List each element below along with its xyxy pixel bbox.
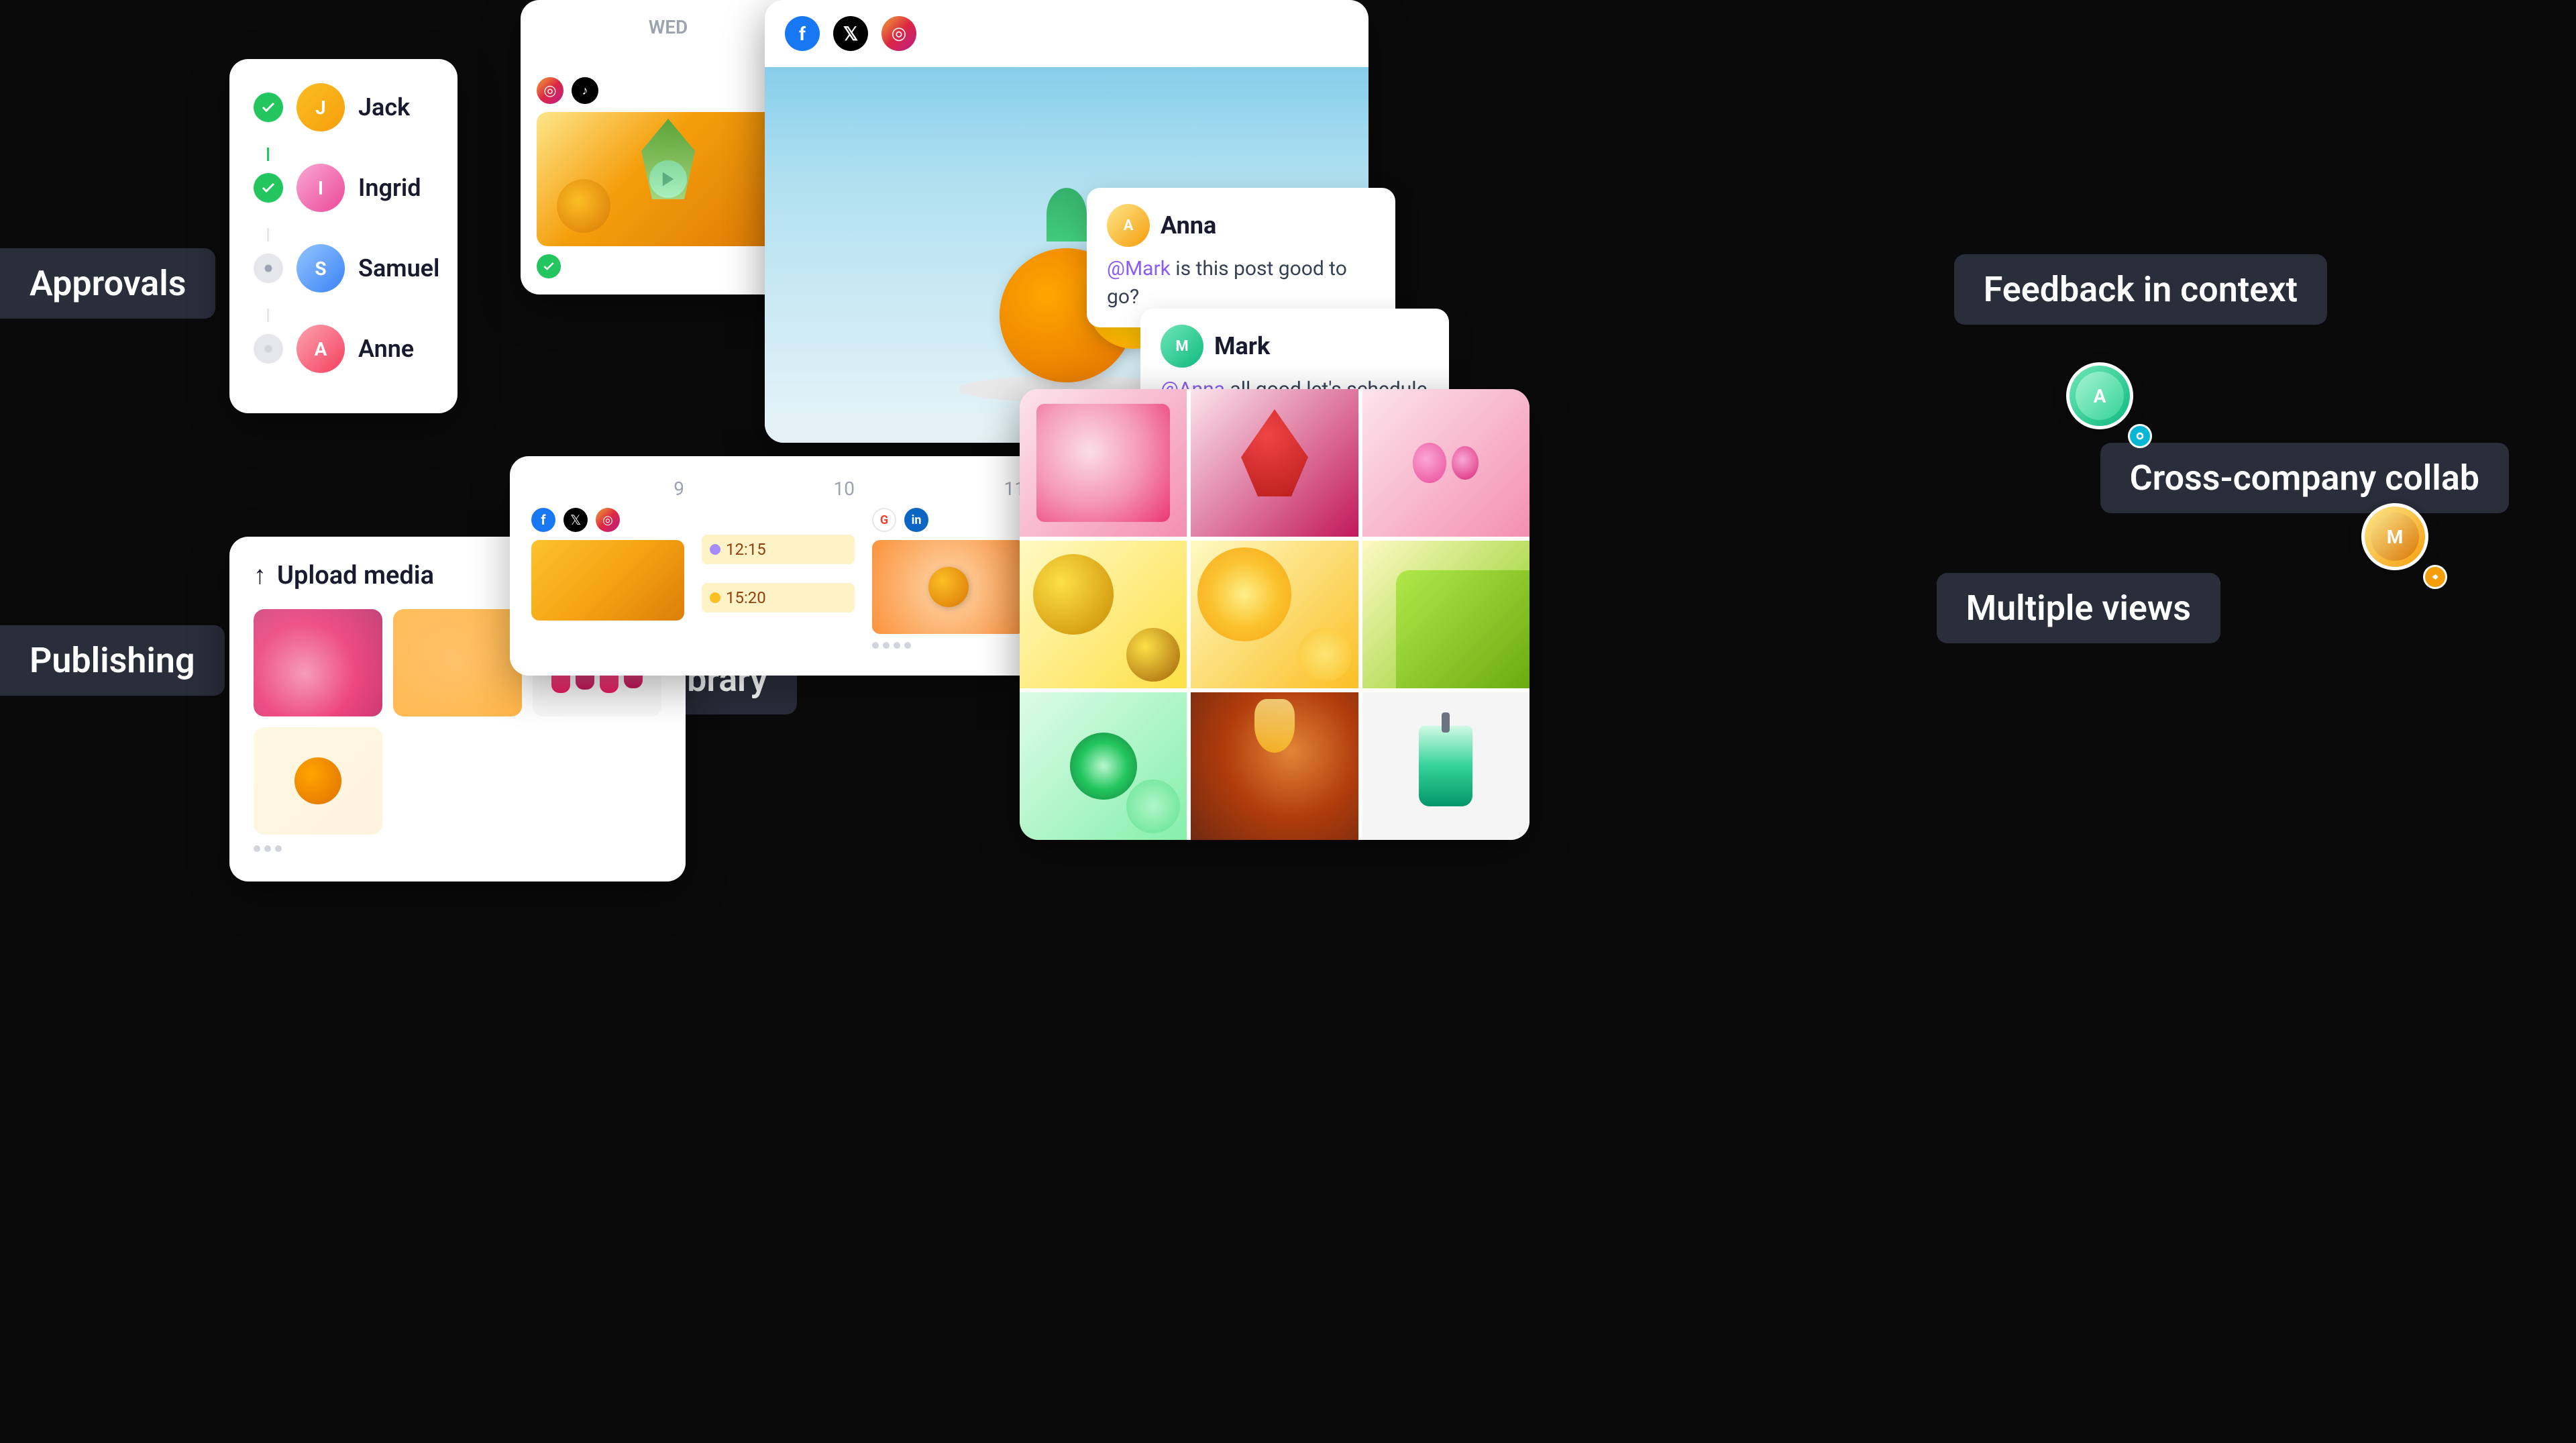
- fb-icon-9: f: [531, 508, 555, 532]
- cal-date-11: 11: [872, 478, 1025, 500]
- media-gallery-card: [1020, 389, 1529, 840]
- cal-col-10: 10 12:15 15:20: [694, 470, 863, 662]
- avatar-mark-comment: M: [1161, 325, 1203, 368]
- anna-mention: @Mark: [1107, 257, 1171, 280]
- twitter-icon-preview: 𝕏: [833, 16, 868, 51]
- avatar-ingrid: I: [297, 164, 345, 212]
- cal-col-11: 11 G in: [864, 470, 1033, 662]
- approval-name-jack: Jack: [358, 93, 410, 121]
- time-dot-2: [710, 592, 720, 603]
- media-thumb-1[interactable]: [254, 609, 382, 716]
- avatar-jack: J: [297, 83, 345, 131]
- social-icons-11: G in: [872, 508, 1025, 532]
- media-thumb-4[interactable]: [254, 727, 382, 835]
- social-icons-9: f 𝕏 ◎: [531, 508, 684, 532]
- tiktok-icon: ♪: [572, 77, 598, 104]
- anna-name: Anna: [1161, 211, 1216, 239]
- approval-item-anne: A Anne: [254, 325, 433, 373]
- approval-item-jack: J Jack: [254, 83, 433, 131]
- comment-bubble-anna: A Anna @Mark is this post good to go?: [1087, 188, 1395, 327]
- facebook-icon-preview: f: [785, 16, 820, 51]
- thumb-label-1: [254, 840, 382, 857]
- gallery-cell-6: [1362, 541, 1529, 688]
- gallery-cell-3: [1362, 389, 1529, 537]
- ig-icon-9: ◎: [596, 508, 620, 532]
- publishing-badge: Publishing: [0, 625, 225, 696]
- cal-post-img-11: [872, 540, 1025, 634]
- approval-name-ingrid: Ingrid: [358, 174, 421, 202]
- google-icon-11: G: [872, 508, 896, 532]
- anna-comment-header: A Anna: [1107, 204, 1375, 247]
- approval-name-anne: Anne: [358, 335, 414, 363]
- feedback-badge: Feedback in context: [1954, 254, 2327, 325]
- social-icons-row-1: ◎ ♪: [537, 77, 800, 104]
- linkedin-icon-11: in: [904, 508, 928, 532]
- approval-name-samuel: Samuel: [358, 254, 439, 282]
- upload-icon: ↑: [254, 561, 266, 590]
- calendar-day-label: WED: [537, 16, 800, 38]
- calendar-cols: 9 f 𝕏 ◎ 10 12:15 15:20: [523, 470, 1033, 662]
- timeline-line-1: [267, 148, 269, 161]
- upload-title-text: Upload media: [277, 561, 434, 590]
- tw-icon-9: 𝕏: [564, 508, 588, 532]
- instagram-icon: ◎: [537, 77, 564, 104]
- timeline-line-3: [267, 309, 269, 322]
- anna-comment-text: @Mark is this post good to go?: [1107, 255, 1375, 311]
- media-gallery-grid: [1020, 389, 1529, 840]
- timeline-line-2: [267, 228, 269, 242]
- avatar-anne: A: [297, 325, 345, 373]
- avatar-pointer-1: A: [2066, 362, 2147, 443]
- avatar-samuel: S: [297, 244, 345, 292]
- upload-title: ↑ Upload media: [254, 561, 434, 590]
- calendar-section-2: 9 f 𝕏 ◎ 10 12:15 15:20: [510, 456, 1046, 676]
- pending-icon-samuel: [254, 254, 283, 283]
- instagram-icon-preview: ◎: [881, 16, 916, 51]
- post-preview-header: f 𝕏 ◎: [765, 0, 1368, 67]
- check-icon-ingrid: [254, 173, 283, 203]
- cal-post-img-9: [531, 540, 684, 621]
- approval-item-ingrid: I Ingrid: [254, 164, 433, 212]
- cal-date-9: 9: [531, 478, 684, 500]
- check-icon-jack: [254, 93, 283, 122]
- crosscompany-badge: Cross-company collab: [2100, 443, 2509, 513]
- gallery-cell-4: [1020, 541, 1187, 688]
- gallery-cell-5: [1191, 541, 1358, 688]
- time-2-text: 15:20: [726, 588, 766, 607]
- time-dot-1: [710, 544, 720, 555]
- gallery-cell-8: [1191, 692, 1358, 840]
- gallery-cell-1: [1020, 389, 1187, 537]
- cal-col-9: 9 f 𝕏 ◎: [523, 470, 692, 662]
- gallery-cell-7: [1020, 692, 1187, 840]
- gallery-cell-9: [1362, 692, 1529, 840]
- approvals-card: J Jack I Ingrid S Samuel A Anne: [229, 59, 458, 413]
- approvals-badge: Approvals: [0, 248, 215, 319]
- calendar-date: 2: [537, 44, 800, 69]
- pending-icon-anne: [254, 334, 283, 364]
- cal-date-10: 10: [702, 478, 855, 500]
- time-slot-2: 15:20: [702, 583, 855, 612]
- mark-name: Mark: [1214, 332, 1270, 360]
- avatar-pointer-2: M: [2361, 503, 2442, 584]
- dot-row-11: [872, 642, 1025, 649]
- time-1-text: 12:15: [726, 540, 766, 559]
- approval-item-samuel: S Samuel: [254, 244, 433, 292]
- calendar-post-image: [537, 112, 800, 246]
- post-check-circle: [537, 254, 561, 278]
- time-slot-1: 12:15: [702, 535, 855, 564]
- gallery-cell-2: [1191, 389, 1358, 537]
- avatar-anna-comment: A: [1107, 204, 1150, 247]
- multipleviews-badge: Multiple views: [1937, 573, 2220, 643]
- mark-comment-header: M Mark: [1161, 325, 1429, 368]
- media-thumb-2[interactable]: [393, 609, 522, 716]
